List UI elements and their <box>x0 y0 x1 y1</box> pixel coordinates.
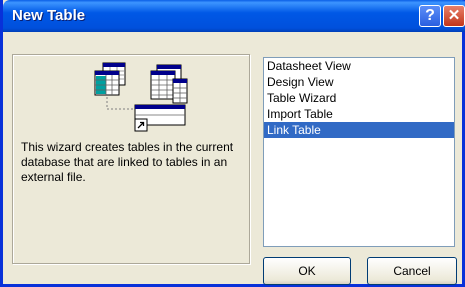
list-item-design-view[interactable]: Design View <box>264 74 454 90</box>
linked-tables-illustration <box>94 62 188 132</box>
view-options-list[interactable]: Datasheet View Design View Table Wizard … <box>263 57 455 247</box>
close-icon[interactable]: ✕ <box>443 5 465 27</box>
list-item-datasheet-view[interactable]: Datasheet View <box>264 58 454 74</box>
list-item-import-table[interactable]: Import Table <box>264 106 454 122</box>
shortcut-arrow-icon <box>134 118 148 132</box>
cancel-button[interactable]: Cancel <box>367 257 457 285</box>
list-item-link-table[interactable]: Link Table <box>264 122 454 138</box>
window-title: New Table <box>12 7 86 24</box>
preview-panel: This wizard creates tables in the curren… <box>12 54 250 264</box>
wizard-description: This wizard creates tables in the curren… <box>21 140 234 184</box>
list-item-table-wizard[interactable]: Table Wizard <box>264 90 454 106</box>
ok-button[interactable]: OK <box>263 257 351 285</box>
title-bar[interactable]: New Table ? ✕ <box>3 0 465 32</box>
help-icon[interactable]: ? <box>419 5 441 27</box>
new-table-dialog: New Table ? ✕ This wizard creates tables… <box>0 0 465 287</box>
